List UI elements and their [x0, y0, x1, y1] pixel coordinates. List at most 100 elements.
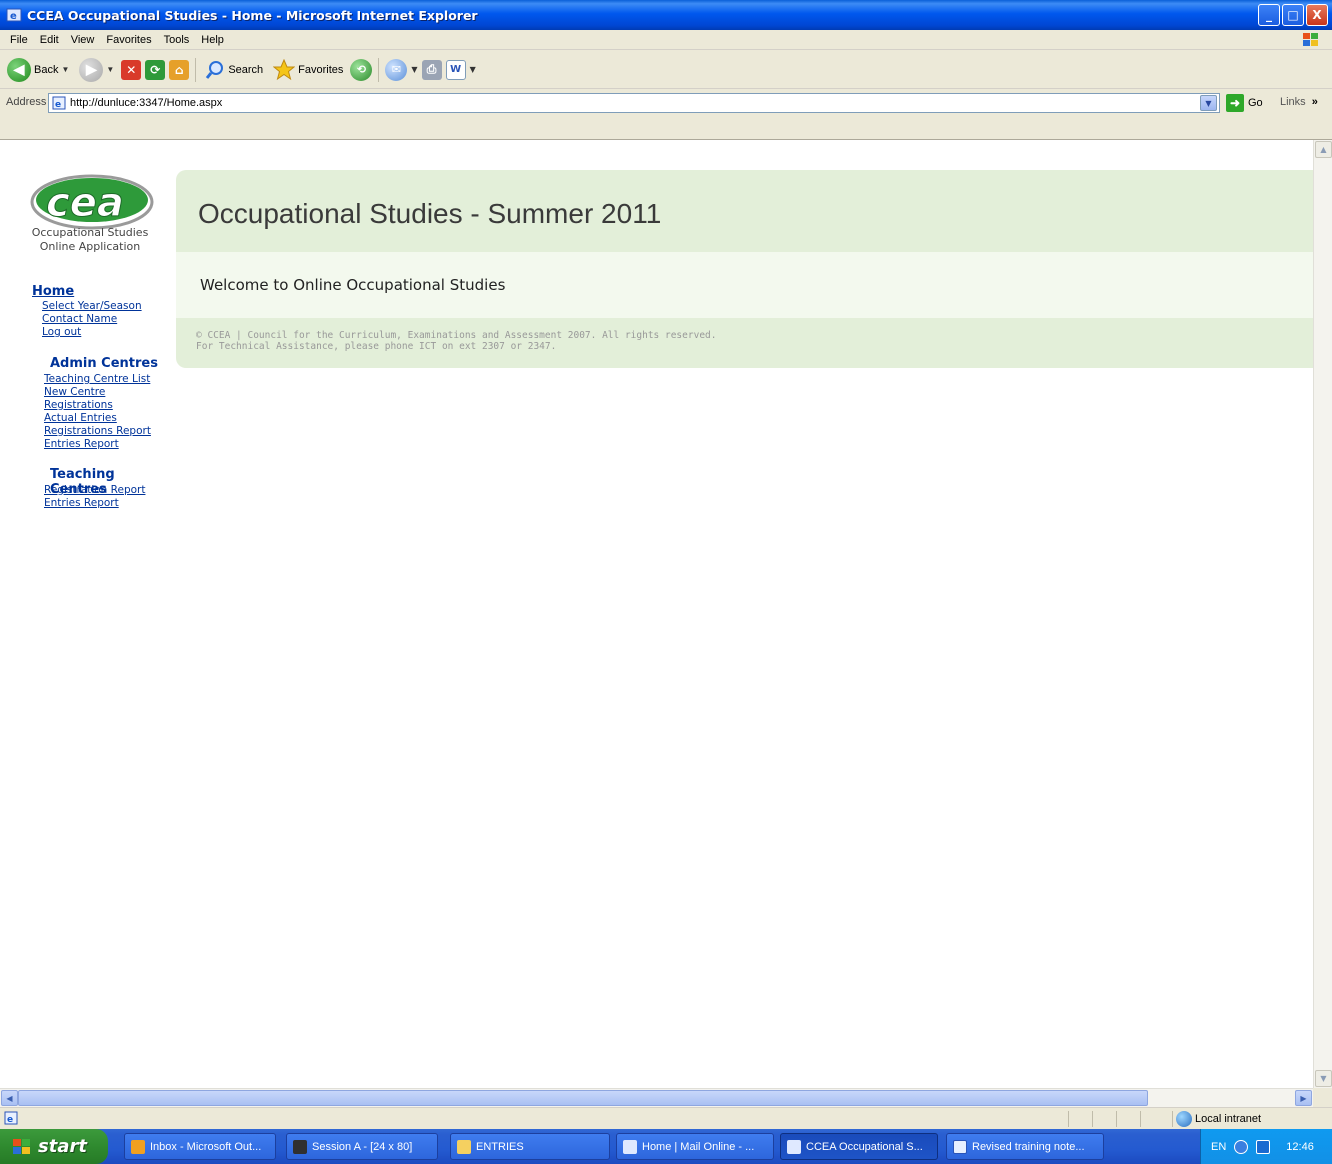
favorites-button[interactable]: Favorites [270, 58, 346, 81]
toolbar-separator [195, 57, 197, 82]
go-button[interactable]: ➜ Go [1226, 94, 1263, 112]
task-word-doc[interactable]: Revised training note... [946, 1133, 1104, 1160]
system-tray: EN 12:46 [1200, 1129, 1332, 1164]
scroll-down-icon[interactable]: ▼ [1315, 1070, 1332, 1087]
language-indicator[interactable]: EN [1211, 1141, 1226, 1153]
word-icon[interactable]: W [445, 59, 466, 80]
welcome-band: Welcome to Online Occupational Studies [176, 252, 1313, 318]
status-cell [1172, 1111, 1173, 1127]
nav-registrations[interactable]: Registrations [44, 399, 151, 412]
task-mail-online[interactable]: Home | Mail Online - ... [616, 1133, 774, 1160]
search-button[interactable]: Search [202, 60, 266, 80]
go-label: Go [1248, 97, 1263, 109]
welcome-text: Welcome to Online Occupational Studies [200, 276, 506, 294]
back-button[interactable]: ◀ Back ▼ [4, 57, 72, 82]
status-cell [1068, 1111, 1069, 1127]
address-dropdown-icon[interactable]: ▼ [1200, 95, 1217, 111]
nav-contact-name[interactable]: Contact Name [42, 313, 142, 326]
nav-home-group: Select Year/Season Contact Name Log out [42, 300, 142, 339]
windows-flag-icon [13, 1138, 30, 1154]
mail-dropdown-icon[interactable]: ▼ [411, 65, 417, 74]
svg-text:e: e [10, 11, 17, 22]
status-cell [1116, 1111, 1117, 1127]
edit-dropdown-icon[interactable]: ▼ [470, 65, 476, 74]
menu-view[interactable]: View [65, 34, 101, 46]
forward-button[interactable]: ▶ ▼ [76, 57, 117, 82]
security-zone: Local intranet [1176, 1111, 1261, 1127]
horizontal-scroll-thumb[interactable] [18, 1090, 1148, 1106]
search-label: Search [228, 63, 264, 76]
horizontal-scrollbar[interactable]: ◀ ▶ [0, 1088, 1313, 1107]
toolbar: ◀ Back ▼ ▶ ▼ ✕ ⟳ ⌂ Search Favorites ⟲ ✉ … [0, 51, 1332, 89]
history-icon[interactable]: ⟲ [350, 58, 373, 81]
nav-actual-entries[interactable]: Actual Entries [44, 412, 151, 425]
scroll-left-icon[interactable]: ◀ [1, 1090, 18, 1106]
menu-edit[interactable]: Edit [34, 34, 65, 46]
menu-help[interactable]: Help [195, 34, 230, 46]
url-input[interactable] [70, 97, 1170, 109]
favorites-icon [273, 58, 296, 80]
favorites-label: Favorites [298, 63, 344, 76]
vertical-scrollbar[interactable]: ▲ ▼ [1313, 140, 1332, 1088]
cea-logo: cea [30, 174, 154, 230]
clock: 12:46 [1286, 1140, 1314, 1153]
nav-teaching-group: Registration Report Entries Report [44, 484, 145, 510]
svg-text:e: e [7, 1115, 13, 1125]
windows-logo-icon [1303, 33, 1318, 46]
mail-icon[interactable]: ✉ [385, 58, 408, 81]
nav-entries-report[interactable]: Entries Report [44, 438, 151, 451]
intranet-globe-icon [1176, 1111, 1192, 1127]
menu-file[interactable]: File [4, 34, 34, 46]
logo-subtitle-line2: Online Application [39, 240, 141, 253]
status-page-icon: e [4, 1111, 18, 1125]
terminal-icon [293, 1139, 307, 1154]
nav-new-centre[interactable]: New Centre [44, 386, 151, 399]
footer-assistance: For Technical Assistance, please phone I… [196, 341, 557, 352]
back-dropdown-icon[interactable]: ▼ [61, 65, 69, 74]
nav-admin-group: Teaching Centre List New Centre Registra… [44, 373, 151, 451]
task-label: Revised training note... [972, 1140, 1085, 1153]
links-button[interactable]: Links » [1280, 96, 1318, 108]
status-cell [1092, 1111, 1093, 1127]
tray-arrow-icon[interactable] [1234, 1139, 1249, 1154]
forward-icon: ▶ [79, 57, 104, 82]
nav-registrations-report[interactable]: Registrations Report [44, 425, 151, 438]
nav-select-year-season[interactable]: Select Year/Season [42, 300, 142, 313]
forward-dropdown-icon[interactable]: ▼ [106, 65, 114, 74]
minimize-button[interactable]: _ [1258, 4, 1280, 26]
task-label: Home | Mail Online - ... [642, 1140, 755, 1153]
tray-app-icon[interactable] [1256, 1139, 1271, 1154]
window-title: CCEA Occupational Studies - Home - Micro… [27, 7, 478, 23]
menu-tools[interactable]: Tools [158, 34, 196, 46]
task-outlook[interactable]: Inbox - Microsoft Out... [124, 1133, 276, 1160]
task-ccea[interactable]: CCEA Occupational S... [780, 1133, 938, 1160]
home-icon[interactable]: ⌂ [169, 59, 190, 80]
search-icon [206, 60, 224, 79]
nav-log-out[interactable]: Log out [42, 326, 142, 339]
links-chevron-icon: » [1311, 96, 1318, 108]
maximize-button[interactable]: □ [1282, 4, 1304, 26]
nav-teaching-centre-list[interactable]: Teaching Centre List [44, 373, 151, 386]
scroll-corner [1313, 1088, 1332, 1107]
nav-registration-report[interactable]: Registration Report [44, 484, 145, 497]
taskbar: start Inbox - Microsoft Out... Session A… [0, 1129, 1332, 1164]
close-button[interactable]: X [1306, 4, 1328, 26]
address-bar: Address e ▼ ➜ Go Links » [0, 90, 1332, 140]
task-label: Session A - [24 x 80] [312, 1140, 413, 1153]
refresh-icon[interactable]: ⟳ [145, 59, 166, 80]
toolbar-separator [378, 57, 380, 82]
scroll-right-icon[interactable]: ▶ [1295, 1090, 1312, 1106]
menu-favorites[interactable]: Favorites [100, 34, 157, 46]
sidebar: cea Occupational Studies Online Applicat… [0, 140, 175, 540]
print-icon[interactable]: ⎙ [421, 59, 442, 80]
address-field[interactable]: e [48, 93, 1220, 113]
window-title-bar[interactable]: e CCEA Occupational Studies - Home - Mic… [0, 0, 1332, 30]
task-entries-folder[interactable]: ENTRIES [450, 1133, 610, 1160]
nav-teaching-entries-report[interactable]: Entries Report [44, 497, 145, 510]
task-session[interactable]: Session A - [24 x 80] [286, 1133, 438, 1160]
scroll-up-icon[interactable]: ▲ [1315, 141, 1332, 158]
svg-text:e: e [55, 100, 61, 110]
start-button[interactable]: start [0, 1129, 108, 1164]
stop-icon[interactable]: ✕ [121, 59, 142, 80]
nav-home[interactable]: Home [32, 284, 74, 299]
